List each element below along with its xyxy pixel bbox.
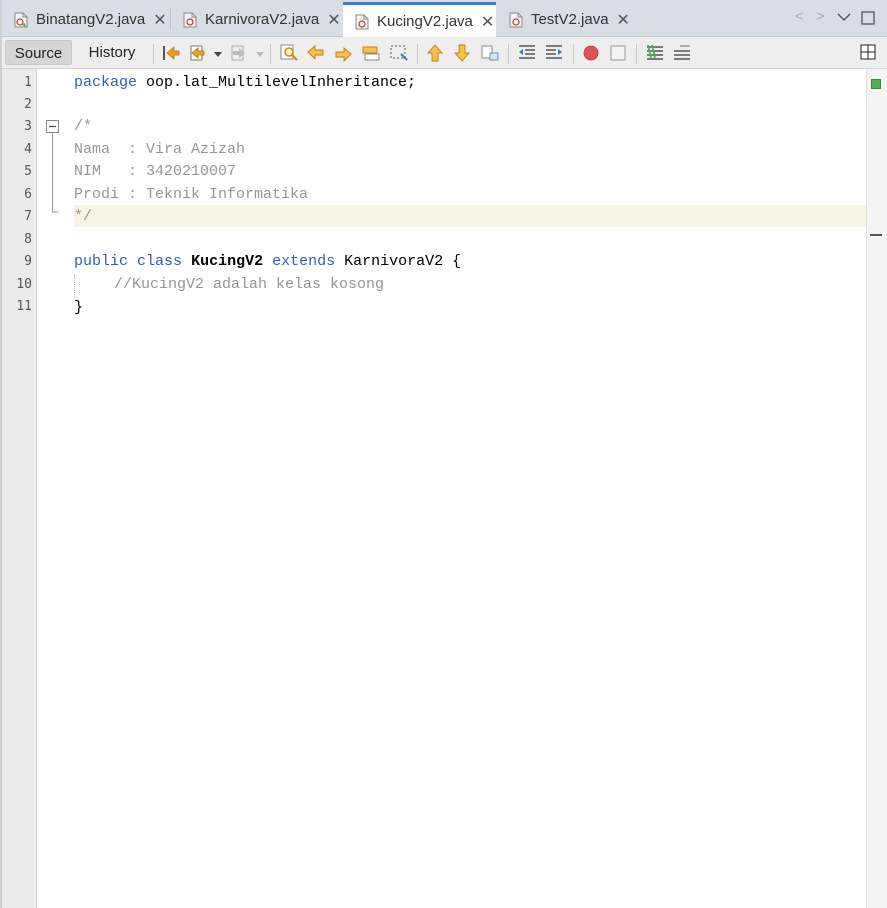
java-file-icon bbox=[355, 14, 369, 29]
left-edge bbox=[0, 0, 2, 908]
start-macro-recording-icon[interactable] bbox=[581, 43, 601, 63]
keyword: extends bbox=[272, 253, 336, 270]
chevron-down-icon[interactable] bbox=[837, 12, 851, 22]
line-number: 8 bbox=[24, 232, 32, 247]
tab-testv2[interactable]: TestV2.java ✕ bbox=[497, 2, 632, 37]
forward-icon[interactable] bbox=[229, 43, 249, 63]
code-line-11: } bbox=[74, 299, 84, 316]
line-number: 11 bbox=[16, 299, 32, 314]
java-file-icon bbox=[509, 12, 523, 27]
code-line-7: */ bbox=[74, 208, 93, 225]
caret-position-marker[interactable] bbox=[870, 234, 882, 236]
history-button[interactable]: History bbox=[80, 40, 144, 65]
tab-label: KucingV2.java bbox=[377, 13, 473, 30]
parent-class-name: KarnivoraV2 bbox=[344, 253, 444, 270]
chevron-down-icon[interactable] bbox=[214, 52, 222, 58]
tab-kucingv2[interactable]: KucingV2.java ✕ bbox=[343, 2, 496, 38]
code-line-10: //KucingV2 adalah kelas kosong bbox=[114, 276, 385, 293]
code-line-5: NIM : 3420210007 bbox=[74, 163, 237, 180]
find-previous-icon[interactable] bbox=[306, 43, 326, 63]
line-number: 7 bbox=[24, 209, 32, 224]
tab-binatangv2[interactable]: BinatangV2.java ✕ bbox=[2, 2, 168, 37]
scroll-tabs-left-icon[interactable]: < bbox=[795, 8, 804, 25]
line-number: 9 bbox=[24, 254, 32, 269]
tab-karnivorav2[interactable]: KarnivoraV2.java ✕ bbox=[171, 2, 342, 37]
split-editor-icon[interactable] bbox=[860, 44, 876, 60]
line-number: 4 bbox=[24, 142, 32, 157]
line-number-gutter: 1 2 3 4 5 6 7 8 9 10 11 bbox=[0, 69, 37, 908]
indent-guide bbox=[74, 275, 76, 297]
close-icon[interactable]: ✕ bbox=[481, 12, 494, 32]
find-icon[interactable] bbox=[279, 43, 299, 63]
editor-tab-bar: BinatangV2.java ✕ KarnivoraV2.java ✕ Kuc… bbox=[0, 0, 887, 38]
package-name: oop.lat_MultilevelInheritance; bbox=[137, 74, 417, 91]
chevron-down-icon[interactable] bbox=[256, 52, 264, 58]
tab-label: KarnivoraV2.java bbox=[205, 11, 320, 28]
line-number: 2 bbox=[24, 97, 32, 112]
uncomment-icon[interactable] bbox=[672, 43, 692, 63]
previous-bookmark-icon[interactable] bbox=[425, 43, 445, 63]
fold-collapse-icon[interactable] bbox=[46, 120, 60, 220]
code-line-4: Nama : Vira Azizah bbox=[74, 141, 246, 158]
toggle-highlight-icon[interactable] bbox=[361, 43, 381, 63]
source-button[interactable]: Source bbox=[5, 40, 72, 65]
code-line-3: /* bbox=[74, 118, 93, 135]
status-ok-icon bbox=[871, 79, 881, 89]
java-file-icon bbox=[14, 12, 28, 27]
line-number: 5 bbox=[24, 164, 32, 179]
shift-line-right-icon[interactable] bbox=[544, 43, 564, 63]
line-number: 3 bbox=[24, 119, 32, 134]
code-line-6: Prodi : Teknik Informatika bbox=[74, 186, 309, 203]
next-bookmark-icon[interactable] bbox=[452, 43, 472, 63]
open-brace: { bbox=[452, 253, 462, 270]
back-icon[interactable] bbox=[188, 43, 208, 63]
last-edit-icon[interactable] bbox=[161, 43, 181, 63]
keyword: public bbox=[74, 253, 129, 270]
shift-line-left-icon[interactable] bbox=[517, 43, 537, 63]
editor-toolbar: Source History bbox=[0, 37, 887, 69]
tab-label: TestV2.java bbox=[531, 11, 609, 28]
find-next-icon[interactable] bbox=[333, 43, 353, 63]
tab-label: BinatangV2.java bbox=[36, 11, 146, 28]
line-number: 6 bbox=[24, 187, 32, 202]
java-file-icon bbox=[183, 12, 197, 27]
code-line-1: package oop.lat_MultilevelInheritance; bbox=[74, 72, 416, 94]
scroll-tabs-right-icon[interactable]: > bbox=[816, 8, 825, 25]
stop-macro-recording-icon[interactable] bbox=[608, 43, 628, 63]
close-icon[interactable]: ✕ bbox=[327, 10, 340, 30]
comment-icon[interactable] bbox=[645, 43, 665, 63]
maximize-icon[interactable] bbox=[861, 11, 875, 25]
toggle-bookmark-icon[interactable] bbox=[480, 43, 500, 63]
class-name: KucingV2 bbox=[191, 253, 264, 270]
close-icon[interactable]: ✕ bbox=[153, 10, 166, 30]
close-icon[interactable]: ✕ bbox=[617, 10, 630, 30]
keyword: class bbox=[137, 253, 183, 270]
line-number: 1 bbox=[24, 75, 32, 90]
rectangular-selection-icon[interactable] bbox=[389, 43, 409, 63]
current-line-highlight bbox=[74, 205, 866, 227]
code-line-9: public class KucingV2 extends KarnivoraV… bbox=[74, 251, 461, 273]
keyword: package bbox=[74, 74, 138, 91]
line-number: 10 bbox=[16, 277, 32, 292]
error-stripe bbox=[866, 69, 887, 908]
